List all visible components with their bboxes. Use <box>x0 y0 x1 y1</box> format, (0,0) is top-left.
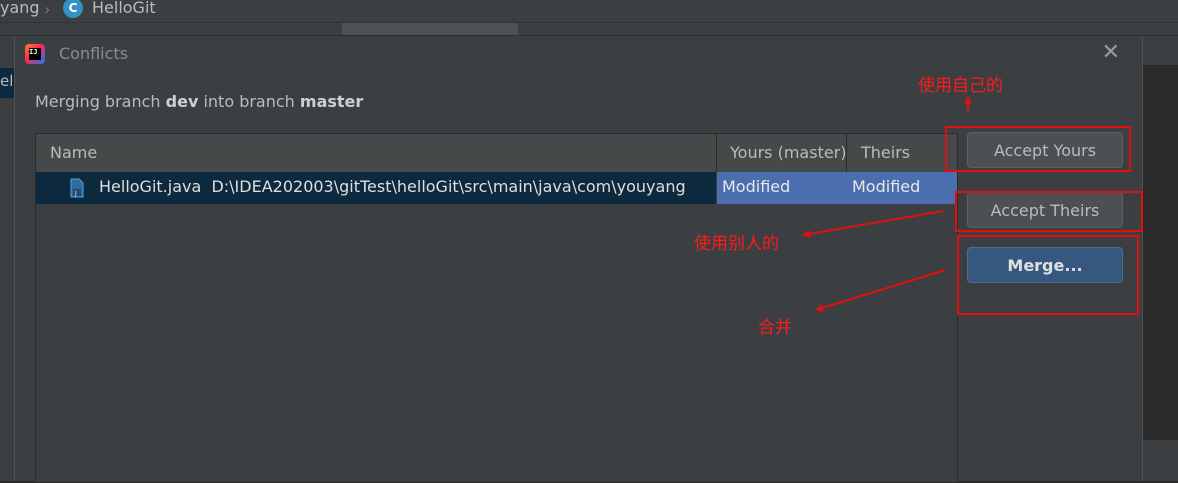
column-divider <box>716 134 717 172</box>
conflicts-dialog: IJ Conflicts ✕ Merging branch dev into b… <box>14 36 1143 483</box>
merge-description: Merging branch dev into branch master <box>35 92 363 111</box>
editor-tab[interactable] <box>342 23 518 35</box>
right-bottom-panel <box>1141 440 1178 481</box>
column-header-name[interactable]: Name <box>50 134 97 172</box>
annotation-merge: 合并 <box>758 318 792 338</box>
project-tree-label: el <box>0 72 14 90</box>
file-cell[interactable]: J HelloGit.java D:\IDEA202003\gitTest\he… <box>36 172 716 204</box>
breadcrumb-parent[interactable]: yang <box>0 0 40 20</box>
file-name: HelloGit.java <box>99 177 202 196</box>
java-class-icon: C <box>63 0 83 18</box>
accept-theirs-button[interactable]: Accept Theirs <box>967 192 1123 228</box>
theirs-status-cell[interactable]: Modified <box>847 172 957 204</box>
breadcrumb-current[interactable]: HelloGit <box>92 0 156 20</box>
project-tree-selection[interactable]: el <box>0 68 14 98</box>
target-branch: master <box>299 92 364 111</box>
column-header-theirs[interactable]: Theirs (dev) <box>861 134 957 200</box>
merge-middle: into branch <box>198 92 300 111</box>
java-file-icon: J <box>70 178 84 198</box>
dialog-title: Conflicts <box>59 44 129 63</box>
column-header-yours[interactable]: Yours (master) <box>730 134 846 172</box>
navigation-bar: yang › C HelloGit <box>0 0 1178 23</box>
annotation-use-others: 使用别人的 <box>694 234 779 254</box>
table-row[interactable]: J HelloGit.java D:\IDEA202003\gitTest\he… <box>36 172 957 204</box>
yours-status: Modified <box>722 177 791 196</box>
project-panel-edge <box>0 36 14 481</box>
chevron-right-icon: › <box>44 0 51 19</box>
file-path: D:\IDEA202003\gitTest\helloGit\src\main\… <box>211 177 686 196</box>
yours-status-cell[interactable]: Modified <box>717 172 847 204</box>
conflicts-table: Name Yours (master) Theirs (dev) J Hello… <box>35 133 958 483</box>
close-icon[interactable]: ✕ <box>1102 40 1120 65</box>
accept-yours-button[interactable]: Accept Yours <box>967 132 1123 168</box>
merge-button[interactable]: Merge... <box>967 247 1123 283</box>
intellij-logo-icon: IJ <box>25 44 45 64</box>
column-divider <box>846 134 847 172</box>
editor-area-edge <box>1141 65 1178 440</box>
file-label: HelloGit.java D:\IDEA202003\gitTest\hell… <box>99 177 686 196</box>
merge-prefix: Merging branch <box>35 92 166 111</box>
right-toolbar <box>1141 36 1178 65</box>
svg-text:J: J <box>74 190 77 197</box>
annotation-use-mine: 使用自己的 <box>918 76 1003 96</box>
editor-tab-strip <box>0 23 1178 36</box>
table-header: Name Yours (master) Theirs (dev) <box>36 134 957 200</box>
theirs-status: Modified <box>852 177 921 196</box>
source-branch: dev <box>165 92 199 111</box>
